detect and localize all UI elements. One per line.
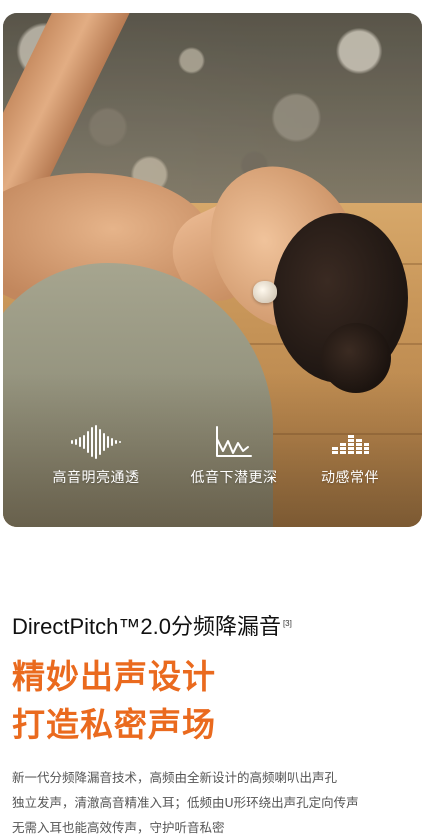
footnote-marker[interactable]: [3] (283, 619, 292, 628)
feature-dynamic: 动感常伴 (285, 425, 415, 487)
feature-bass: 低音下潜更深 (169, 425, 299, 487)
section-title: DirectPitch™2.0分频降漏音 [3] (12, 609, 292, 641)
section-title-text: DirectPitch™2.0分频降漏音 (12, 614, 281, 639)
feature-label-treble: 高音明亮通透 (52, 470, 140, 486)
body-line: 无需入耳也能高效传声，守护听音私密 (12, 820, 225, 835)
bass-wave-icon (169, 425, 299, 459)
soundwave-icon (31, 425, 161, 459)
section-body: 新一代分频降漏音技术，高频由全新设计的高频喇叭出声孔 独立发声，清澈高音精准入耳… (12, 765, 417, 840)
headline-line-2: 打造私密声场 (12, 705, 216, 744)
equalizer-icon (285, 425, 415, 459)
body-line: 新一代分频降漏音技术，高频由全新设计的高频喇叭出声孔 (12, 770, 338, 785)
feature-label-dynamic: 动感常伴 (321, 470, 379, 486)
earbud (253, 281, 277, 303)
feature-row: 高音明亮通透 低音下潜更深 动感常伴 (3, 425, 422, 495)
feature-treble: 高音明亮通透 (31, 425, 161, 487)
headline-line-1: 精妙出声设计 (12, 657, 216, 696)
body-line: 独立发声，清澈高音精准入耳；低频由U形环绕出声孔定向传声 (12, 795, 359, 810)
feature-label-bass: 低音下潜更深 (190, 470, 278, 486)
hero-image: 高音明亮通透 低音下潜更深 动感常伴 (3, 13, 422, 527)
